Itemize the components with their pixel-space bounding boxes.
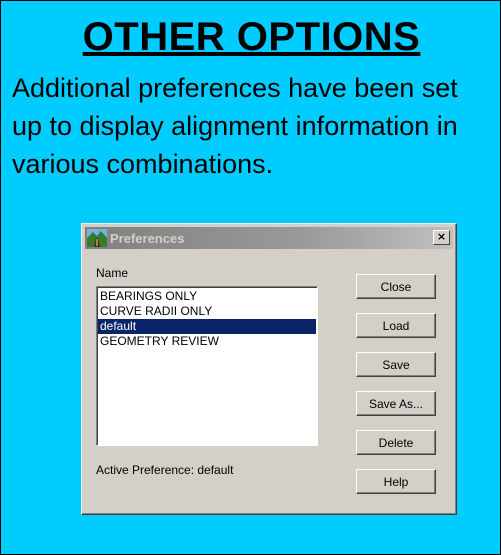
list-item[interactable]: default (98, 319, 316, 334)
name-label: Name (96, 266, 129, 280)
close-button[interactable]: Close (356, 274, 436, 299)
help-button[interactable]: Help (356, 469, 436, 494)
save-as-button[interactable]: Save As... (356, 391, 436, 416)
delete-button[interactable]: Delete (356, 430, 436, 455)
active-preference-text: Active Preference: default (96, 463, 234, 477)
slide-body-text: Additional preferences have been set up … (12, 73, 458, 179)
list-item[interactable]: CURVE RADII ONLY (98, 304, 316, 319)
dialog-title: Preferences (110, 230, 185, 246)
close-icon[interactable]: × (433, 230, 450, 245)
dialog-titlebar[interactable]: Preferences × (85, 227, 453, 249)
load-button[interactable]: Load (356, 313, 436, 338)
preferences-list[interactable]: BEARINGS ONLY CURVE RADII ONLY default GEOM… (96, 286, 318, 446)
road-app-icon (87, 229, 107, 247)
slide: OTHER OPTIONS Additional preferences hav… (0, 0, 501, 555)
list-item[interactable]: GEOMETRY REVIEW (98, 334, 316, 349)
slide-title: OTHER OPTIONS (82, 15, 421, 59)
save-button[interactable]: Save (356, 352, 436, 377)
preferences-dialog: Preferences × Name BEARINGS ONLY CURVE RA… (81, 223, 457, 515)
list-item[interactable]: BEARINGS ONLY (98, 289, 316, 304)
